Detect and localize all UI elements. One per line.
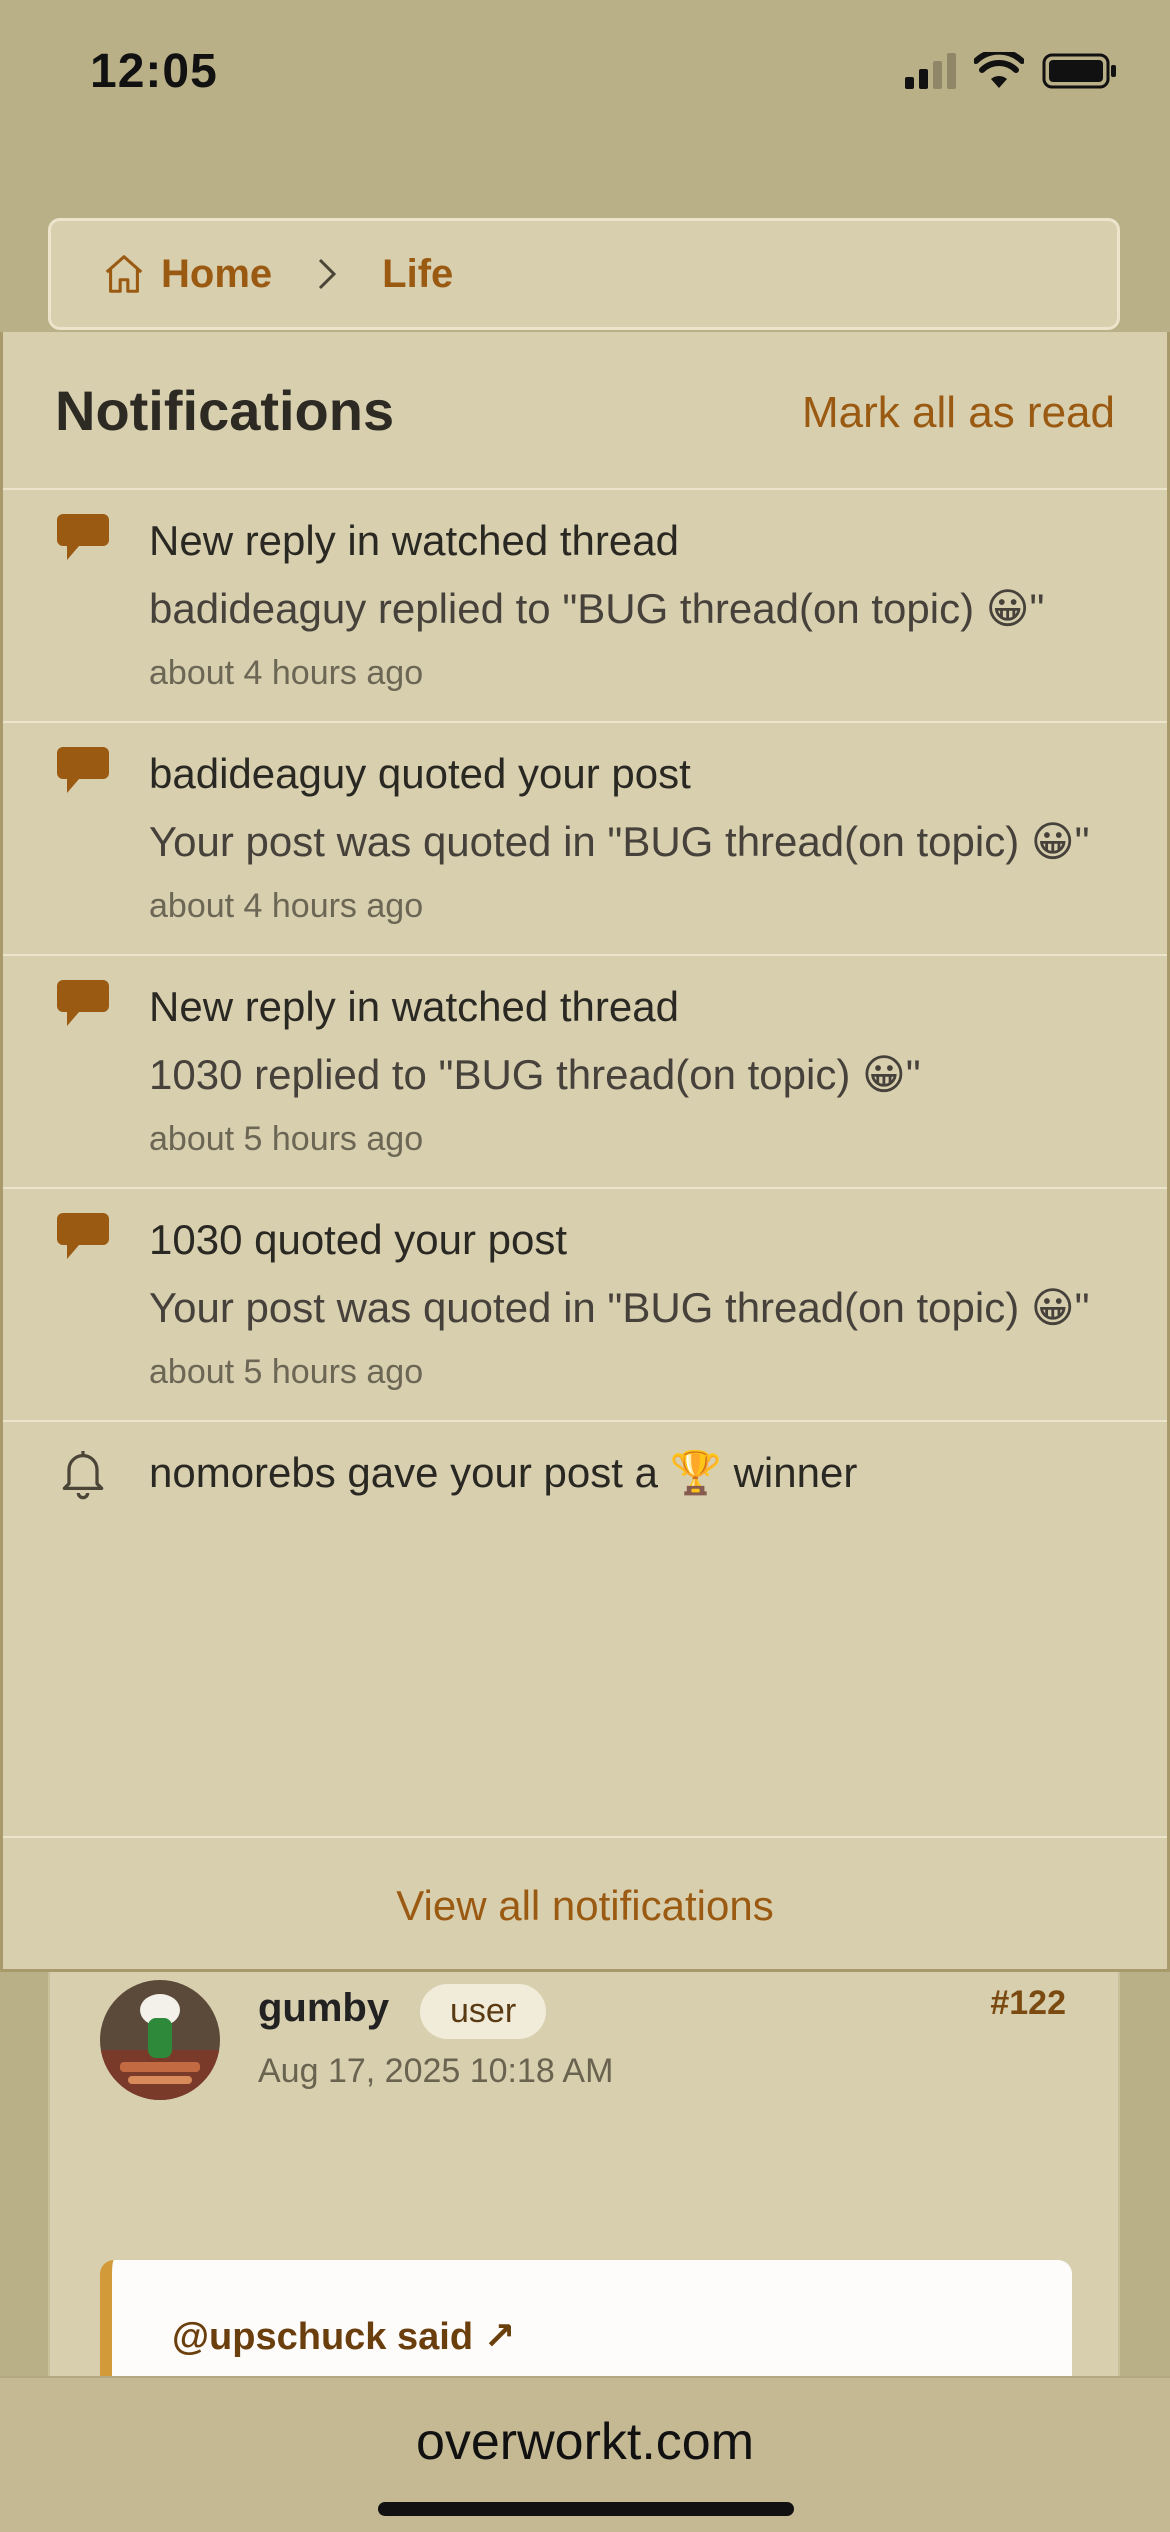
notification-title: nomorebs gave your post a 🏆 winner: [149, 1449, 858, 1496]
home-icon: [105, 255, 143, 293]
speech-bubble-icon: [57, 1213, 109, 1259]
notification-item[interactable]: 1030 quoted your post Your post was quot…: [3, 1189, 1167, 1422]
url-text[interactable]: overworkt.com: [0, 2412, 1170, 2472]
view-all-footer: View all notifications: [3, 1836, 1167, 1969]
breadcrumb-life-label: Life: [382, 251, 454, 296]
post-card: gumby user Aug 17, 2025 10:18 AM #122 @u…: [48, 1940, 1120, 2400]
breadcrumb-life-link[interactable]: Life: [382, 252, 453, 297]
post-username[interactable]: gumby: [258, 1986, 389, 2031]
cellular-signal-icon: [905, 53, 956, 89]
status-bar: 12:05: [0, 0, 1170, 150]
speech-bubble-icon: [57, 747, 109, 793]
notifications-dropdown: Notifications Mark all as read New reply…: [0, 332, 1170, 1972]
notification-title: New reply in watched thread: [149, 517, 679, 564]
notification-time: about 5 hours ago: [149, 1353, 424, 1391]
home-indicator[interactable]: [378, 2502, 794, 2516]
speech-bubble-icon: [57, 514, 109, 560]
notification-item[interactable]: nomorebs gave your post a 🏆 winner: [3, 1422, 1167, 1530]
notification-title: 1030 quoted your post: [149, 1216, 567, 1263]
notification-body: Your post was quoted in "BUG thread(on t…: [149, 818, 1090, 865]
user-role-badge: user: [420, 1984, 547, 2039]
quote-author-link[interactable]: @upschuck said ↗: [172, 2314, 515, 2359]
view-all-notifications-link[interactable]: View all notifications: [396, 1882, 773, 1930]
notification-body: badideaguy replied to "BUG thread(on top…: [149, 585, 1045, 632]
notification-item[interactable]: New reply in watched thread 1030 replied…: [3, 956, 1167, 1189]
notifications-title: Notifications: [55, 379, 395, 442]
notification-time: about 5 hours ago: [149, 1120, 424, 1158]
notification-title: New reply in watched thread: [149, 983, 679, 1030]
status-icons: [905, 52, 1118, 90]
wifi-icon: [974, 52, 1024, 88]
browser-url-bar[interactable]: overworkt.com: [0, 2376, 1170, 2532]
notification-item[interactable]: New reply in watched thread badideaguy r…: [3, 490, 1167, 723]
notification-time: about 4 hours ago: [149, 887, 424, 925]
notifications-list: New reply in watched thread badideaguy r…: [3, 490, 1167, 1830]
post-date: Aug 17, 2025 10:18 AM: [258, 2052, 614, 2090]
post-number-link[interactable]: #122: [990, 1984, 1066, 2023]
mark-all-read-button[interactable]: Mark all as read: [802, 388, 1115, 438]
breadcrumb: Home Life: [48, 218, 1120, 330]
notification-time: about 4 hours ago: [149, 654, 424, 692]
bell-icon: [62, 1451, 104, 1500]
avatar[interactable]: [100, 1980, 220, 2100]
chevron-right-icon: [312, 254, 342, 294]
notification-body: 1030 replied to "BUG thread(on topic) 😀": [149, 1051, 921, 1098]
breadcrumb-home-label: Home: [161, 251, 273, 296]
notification-item[interactable]: badideaguy quoted your post Your post wa…: [3, 723, 1167, 956]
status-time: 12:05: [90, 45, 218, 98]
notification-body: Your post was quoted in "BUG thread(on t…: [149, 1284, 1090, 1331]
speech-bubble-icon: [57, 980, 109, 1026]
notifications-header: Notifications Mark all as read: [3, 332, 1167, 490]
notification-title: badideaguy quoted your post: [149, 750, 691, 797]
battery-icon: [1042, 53, 1116, 89]
breadcrumb-home-link[interactable]: Home: [101, 251, 272, 297]
